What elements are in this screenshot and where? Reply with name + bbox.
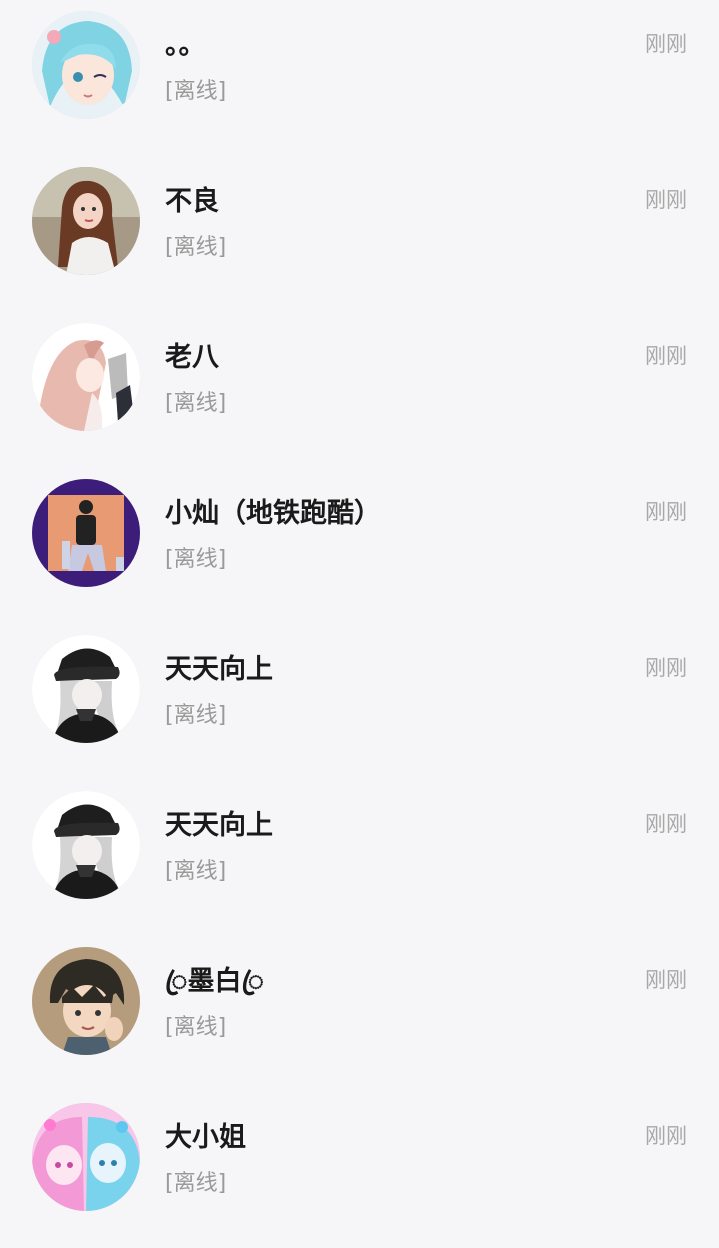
contact-row[interactable]: ꦿ墨白ꦿ [离线] 刚刚 xyxy=(0,936,719,1092)
contact-row[interactable]: 小灿（地铁跑酷） [离线] 刚刚 xyxy=(0,468,719,624)
contact-status: [离线] xyxy=(165,547,227,572)
anime-girl-pink-hair-avatar[interactable] xyxy=(32,323,140,431)
subway-surfer-character-avatar[interactable] xyxy=(32,479,140,587)
anime-girl-blue-hair-avatar[interactable] xyxy=(32,11,140,119)
last-seen-time: 刚刚 xyxy=(645,1124,687,1148)
contact-row[interactable]: 天天向上 [离线] 刚刚 xyxy=(0,780,719,936)
contact-name: ꦿ墨白ꦿ xyxy=(165,966,264,997)
anime-cap-silver-hair-avatar[interactable] xyxy=(32,635,140,743)
anime-cap-silver-hair-avatar[interactable] xyxy=(32,791,140,899)
contact-status: [离线] xyxy=(165,235,227,260)
last-seen-time: 刚刚 xyxy=(645,188,687,212)
last-seen-time: 刚刚 xyxy=(645,500,687,524)
last-seen-time: 刚刚 xyxy=(645,656,687,680)
contact-status: [离线] xyxy=(165,79,227,104)
contact-row[interactable]: 天天向上 [离线] 刚刚 xyxy=(0,624,719,780)
contact-row[interactable]: 老八 [离线] 刚刚 xyxy=(0,312,719,468)
contact-status: [离线] xyxy=(165,1171,227,1196)
last-seen-time: 刚刚 xyxy=(645,968,687,992)
contact-list: 。。 [离线] 刚刚 不良 [离线] 刚刚 老八 [离线] 刚刚 小灿（地铁跑酷… xyxy=(0,0,719,1227)
last-seen-time: 刚刚 xyxy=(645,344,687,368)
contact-name: 小灿（地铁跑酷） xyxy=(165,498,381,529)
contact-status: [离线] xyxy=(165,391,227,416)
contact-row[interactable]: 。。 [离线] 刚刚 xyxy=(0,0,719,156)
contact-name: 。。 xyxy=(165,30,206,61)
contact-status: [离线] xyxy=(165,859,227,884)
contact-name: 不良 xyxy=(165,186,219,217)
anime-twins-pink-blue-avatar[interactable] xyxy=(32,1103,140,1211)
contact-row[interactable]: 大小姐 [离线] 刚刚 xyxy=(0,1092,719,1248)
last-seen-time: 刚刚 xyxy=(645,32,687,56)
contact-name: 天天向上 xyxy=(165,810,273,841)
contact-status: [离线] xyxy=(165,703,227,728)
contact-name: 大小姐 xyxy=(165,1122,246,1153)
last-seen-time: 刚刚 xyxy=(645,812,687,836)
photo-girl-long-hair-avatar[interactable] xyxy=(32,167,140,275)
contact-status: [离线] xyxy=(165,1015,227,1040)
anime-boy-dark-hair-avatar[interactable] xyxy=(32,947,140,1055)
contact-row[interactable]: 不良 [离线] 刚刚 xyxy=(0,156,719,312)
contact-name: 老八 xyxy=(165,342,219,373)
contact-name: 天天向上 xyxy=(165,654,273,685)
